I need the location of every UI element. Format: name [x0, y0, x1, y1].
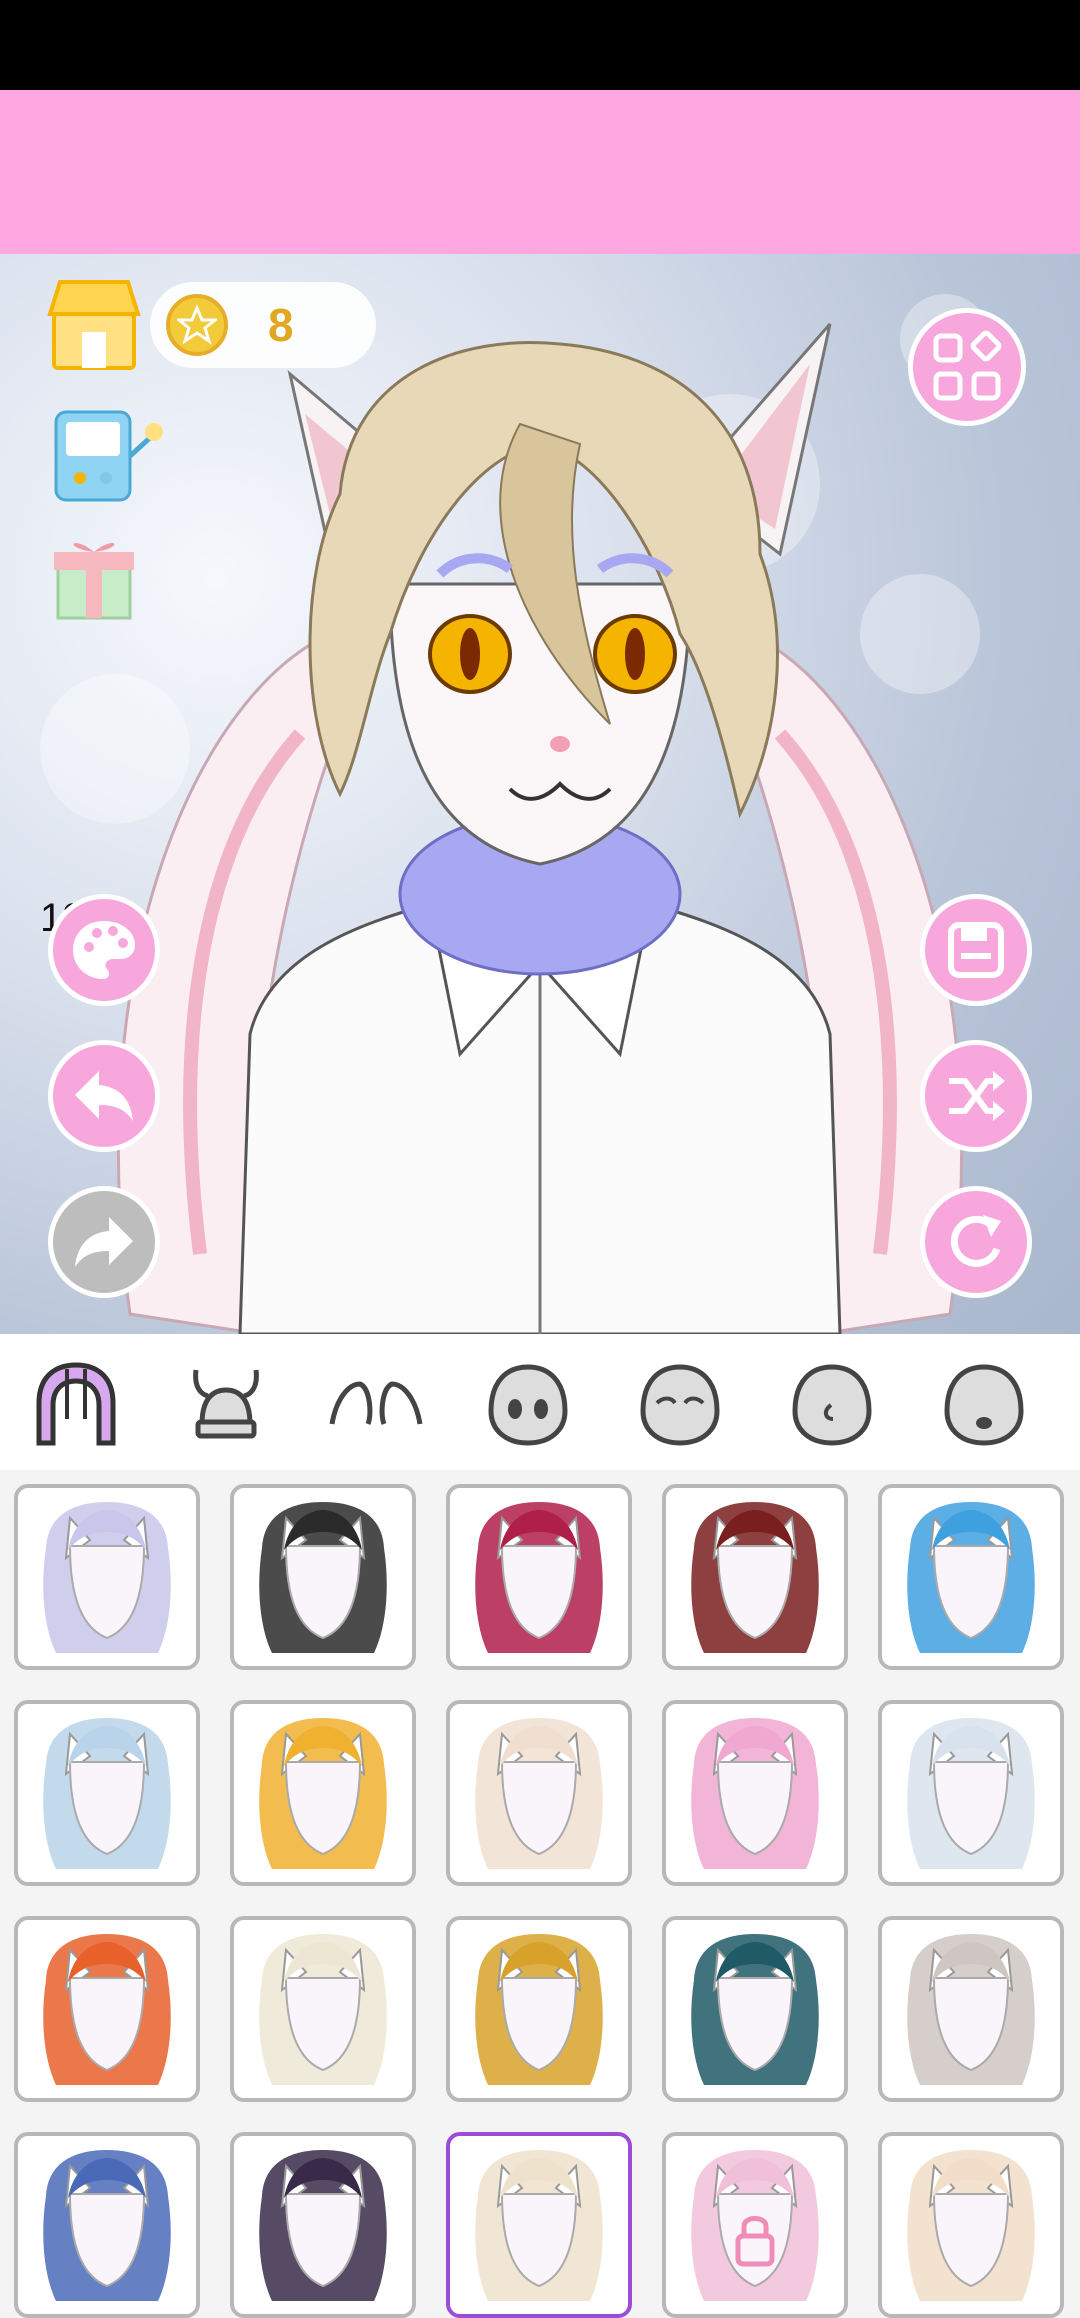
hair-item[interactable]: [446, 1916, 632, 2102]
hair-item[interactable]: [230, 2132, 416, 2318]
hair-thumbnail: [259, 1502, 387, 1653]
coin-icon: [166, 294, 228, 356]
avatar-stage: 12:50: [0, 254, 1080, 1334]
redo-icon: [75, 1217, 133, 1267]
hair-item[interactable]: [446, 1700, 632, 1886]
tab-eyes[interactable]: [478, 1354, 578, 1454]
hair-icon: [36, 1362, 116, 1446]
hair-item[interactable]: [14, 1700, 200, 1886]
hair-thumbnail: [43, 1718, 171, 1869]
hair-item[interactable]: [662, 1916, 848, 2102]
category-tabs: [0, 1334, 1080, 1470]
hair-thumbnail: [691, 1718, 819, 1869]
redo-button[interactable]: [48, 1186, 160, 1298]
hair-thumbnail: [907, 1502, 1035, 1653]
hair-item[interactable]: [878, 1916, 1064, 2102]
face-side-icon: [792, 1364, 872, 1446]
hair-item[interactable]: [662, 2132, 848, 2318]
undo-button[interactable]: [48, 1040, 160, 1152]
shuffle-icon: [949, 1071, 1005, 1121]
hair-thumbnail: [691, 1502, 819, 1653]
hair-thumbnail: [475, 1934, 603, 2085]
tab-helmet[interactable]: [176, 1354, 276, 1454]
undo-icon: [75, 1071, 133, 1121]
hair-thumbnail: [259, 1934, 387, 2085]
hair-thumbnail: [907, 1934, 1035, 2085]
palette-icon: [73, 921, 135, 979]
hair-thumbnail: [43, 1934, 171, 2085]
hair-thumbnail: [259, 2150, 387, 2301]
hair-item[interactable]: [14, 2132, 200, 2318]
status-bar: [0, 0, 1080, 90]
arcade-machine-icon[interactable]: [52, 406, 172, 506]
face-mouth-icon: [944, 1364, 1024, 1446]
hair-item[interactable]: [662, 1484, 848, 1670]
face-closed-eyes-icon: [640, 1364, 720, 1446]
hair-item[interactable]: [230, 1484, 416, 1670]
coin-counter[interactable]: 8: [150, 282, 376, 368]
reset-icon: [950, 1215, 1001, 1267]
hair-item[interactable]: [446, 2132, 632, 2318]
save-button[interactable]: [920, 894, 1032, 1006]
ears-icon: [329, 1381, 423, 1425]
hair-item[interactable]: [878, 2132, 1064, 2318]
hair-thumbnail: [475, 2150, 603, 2301]
hair-item[interactable]: [662, 1700, 848, 1886]
reset-button[interactable]: [920, 1186, 1032, 1298]
hair-item-grid: [0, 1470, 1080, 2318]
hair-item[interactable]: [14, 1916, 200, 2102]
tab-mouth[interactable]: [934, 1354, 1034, 1454]
hair-thumbnail: [907, 1718, 1035, 1869]
hair-thumbnail: [43, 1502, 171, 1653]
ad-banner[interactable]: [0, 90, 1080, 254]
horned-helmet-icon: [193, 1369, 259, 1439]
hair-thumbnail: [475, 1718, 603, 1869]
gift-icon[interactable]: [52, 534, 136, 624]
face-eyes-icon: [488, 1364, 568, 1446]
shuffle-button[interactable]: [920, 1040, 1032, 1152]
hair-item[interactable]: [14, 1484, 200, 1670]
tab-hair[interactable]: [26, 1354, 126, 1454]
save-icon: [948, 922, 1004, 978]
hair-item[interactable]: [878, 1484, 1064, 1670]
hair-thumbnail: [691, 1934, 819, 2085]
hair-item[interactable]: [878, 1700, 1064, 1886]
hair-item[interactable]: [230, 1916, 416, 2102]
hair-item[interactable]: [446, 1484, 632, 1670]
hair-item[interactable]: [230, 1700, 416, 1886]
hair-thumbnail: [907, 2150, 1035, 2301]
hair-thumbnail: [43, 2150, 171, 2301]
hair-thumbnail: [475, 1502, 603, 1653]
coin-count: 8: [268, 299, 294, 351]
tab-ears[interactable]: [326, 1354, 426, 1454]
categories-button[interactable]: [908, 308, 1026, 426]
shop-icon[interactable]: [46, 276, 142, 372]
tab-nose[interactable]: [782, 1354, 882, 1454]
palette-button[interactable]: [48, 894, 160, 1006]
tab-brows[interactable]: [630, 1354, 730, 1454]
grid-menu-icon: [933, 330, 1002, 401]
hair-thumbnail: [259, 1718, 387, 1869]
hair-thumbnail: [691, 2150, 819, 2301]
